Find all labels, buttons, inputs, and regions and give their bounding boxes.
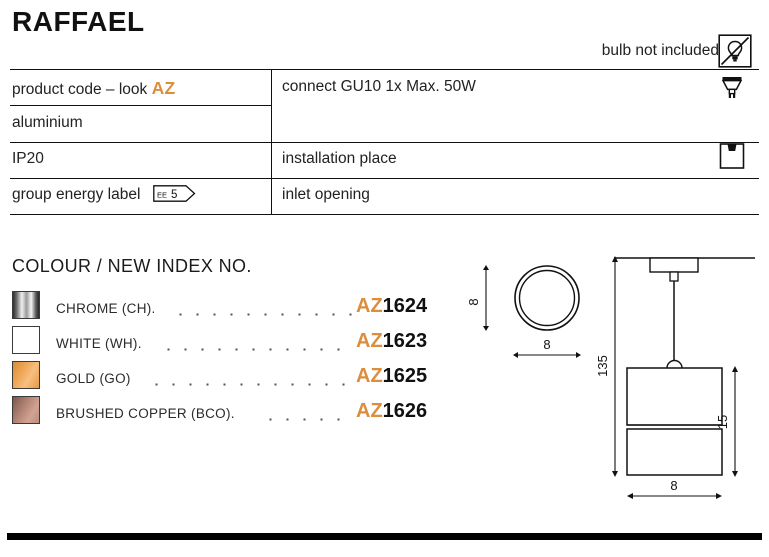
table-rule-2	[10, 142, 759, 143]
spec-cell-connect: connect GU10 1x Max. 50W	[282, 78, 476, 95]
table-rule-3	[10, 178, 759, 179]
swatch-copper	[12, 396, 40, 424]
spec-cell-inlet-opening: inlet opening	[282, 186, 370, 203]
leader-dots-chrome	[172, 313, 352, 316]
top-view-dim-vertical: 8	[466, 298, 481, 305]
technical-drawings: 8 8 135 15 8	[455, 250, 765, 505]
code-number-white: 1623	[382, 330, 428, 352]
top-view-circle: 8 8	[466, 265, 581, 358]
gu10-bulb-icon	[714, 72, 750, 102]
table-rule-bottom	[10, 214, 759, 215]
spec-cell-energy-label: group energy label EE 5	[12, 185, 197, 204]
spec-cell-product-code: product code – look AZ	[12, 78, 176, 99]
energy-badge-value: 5	[171, 190, 177, 202]
bulb-note-label: bulb not included	[601, 42, 719, 59]
spec-accent-az: AZ	[151, 78, 176, 98]
spec-cell-material: aluminium	[12, 114, 83, 131]
side-view-dim-width: 8	[670, 478, 677, 493]
code-prefix-copper: AZ	[356, 400, 383, 422]
side-view-pendant: 135 15 8	[595, 256, 755, 499]
spec-label-energy: group energy label	[12, 186, 141, 203]
swatch-gold	[12, 361, 40, 389]
code-prefix-gold: AZ	[356, 365, 383, 387]
leader-dots-copper	[262, 418, 352, 421]
footer-bar	[7, 533, 762, 540]
top-view-dim-horizontal: 8	[543, 337, 550, 352]
product-code-white: AZ1623	[356, 330, 427, 353]
spec-cell-ip-rating: IP20	[12, 150, 44, 167]
swatch-white	[12, 326, 40, 354]
ceiling-mount-icon	[714, 140, 750, 173]
colour-section-heading: COLOUR / NEW INDEX NO.	[12, 256, 252, 276]
side-view-dim-shade-height: 15	[715, 415, 730, 429]
energy-badge-prefix: EE	[157, 191, 167, 200]
leader-dots-gold	[148, 383, 352, 386]
code-number-chrome: 1624	[382, 295, 428, 317]
colour-name-chrome: CHROME (CH).	[56, 301, 156, 316]
no-bulb-icon	[718, 34, 752, 68]
swatch-chrome	[12, 291, 40, 319]
product-code-chrome: AZ1624	[356, 295, 427, 318]
product-code-copper: AZ1626	[356, 400, 427, 423]
spec-cell-installation-place: installation place	[282, 150, 397, 167]
table-rule-1	[10, 105, 272, 106]
code-prefix-white: AZ	[356, 330, 383, 352]
page-title: RAFFAEL	[12, 6, 145, 37]
energy-label-badge: EE 5	[152, 185, 197, 203]
code-number-gold: 1625	[382, 365, 428, 387]
spec-label-product-code: product code – look	[12, 81, 148, 98]
spec-table: product code – look AZ connect GU10 1x M…	[10, 69, 759, 215]
code-number-copper: 1626	[382, 400, 428, 422]
colour-name-white: WHITE (WH).	[56, 336, 142, 351]
product-code-gold: AZ1625	[356, 365, 427, 388]
table-column-divider	[271, 69, 272, 214]
leader-dots-white	[160, 348, 352, 351]
side-view-dim-total-height: 135	[595, 355, 610, 377]
code-prefix-chrome: AZ	[356, 295, 383, 317]
table-rule-top	[10, 69, 759, 70]
colour-name-gold: GOLD (GO)	[56, 371, 131, 386]
colour-name-copper: BRUSHED COPPER (BCO).	[56, 406, 235, 421]
